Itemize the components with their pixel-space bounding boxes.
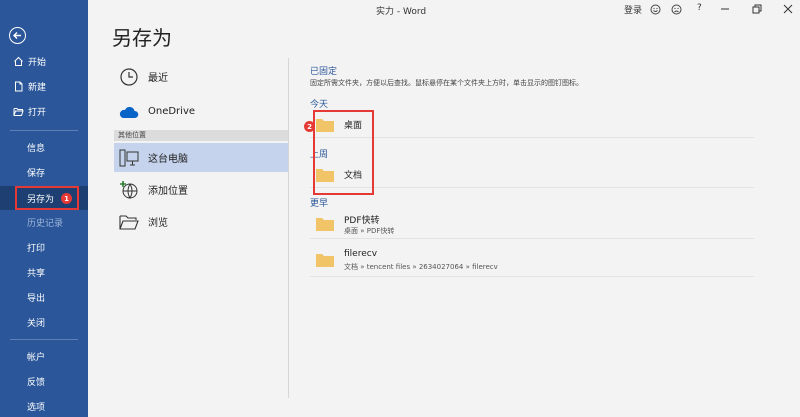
panel-separator [288, 58, 289, 398]
folder-open-icon [12, 105, 24, 117]
sidebar-item-save[interactable]: 保存 [0, 160, 88, 184]
sidebar-item-print[interactable]: 打印 [0, 235, 88, 259]
back-arrow-icon [13, 32, 21, 39]
sidebar-item-label: 打印 [27, 243, 46, 254]
sidebar-item-label: 关闭 [27, 318, 46, 329]
sidebar-item-label: 历史记录 [27, 218, 64, 229]
sidebar-item-options[interactable]: 选项 [0, 394, 88, 417]
other-locations-header: 其他位置 [114, 130, 288, 141]
sidebar-item-label: 保存 [27, 168, 46, 179]
location-label: 浏览 [148, 218, 168, 229]
location-add-place[interactable]: 添加位置 [114, 175, 288, 204]
sidebar-item-history: 历史记录 [0, 210, 88, 234]
back-button[interactable] [9, 27, 26, 44]
sidebar-item-share[interactable]: 共享 [0, 260, 88, 284]
folder-path: 文档 » tencent files » 2634027064 » filere… [344, 263, 498, 271]
folder-open-icon [118, 211, 140, 233]
location-browse[interactable]: 浏览 [114, 207, 288, 236]
location-onedrive[interactable]: OneDrive [114, 97, 288, 126]
folder-documents[interactable]: 文档 [310, 162, 754, 188]
title-bar: 实力 - Word 登录 ? [88, 0, 800, 20]
cloud-icon [118, 101, 140, 123]
folder-desktop[interactable]: 桌面 [310, 112, 754, 138]
sidebar-item-label: 信息 [27, 143, 46, 154]
sidebar-item-account[interactable]: 帐户 [0, 344, 88, 368]
location-label: OneDrive [148, 106, 196, 117]
pinned-heading: 已固定 [310, 67, 338, 77]
smile-icon[interactable] [649, 3, 661, 15]
close-icon[interactable] [782, 3, 794, 15]
restore-icon[interactable] [751, 3, 763, 15]
computer-icon [118, 147, 140, 169]
sidebar-divider [10, 339, 78, 340]
frown-icon[interactable] [670, 3, 682, 15]
step-badge-1: 1 [61, 193, 72, 204]
sidebar-item-open[interactable]: 打开 [0, 99, 88, 123]
today-heading: 今天 [310, 100, 329, 110]
sidebar-item-feedback[interactable]: 反馈 [0, 369, 88, 393]
sidebar-item-label: 选项 [27, 402, 46, 413]
highlight-frame-folders [313, 110, 374, 195]
folder-path: 桌面 » PDF快转 [344, 227, 395, 235]
folder-name: PDF快转 [344, 216, 380, 226]
home-icon [12, 55, 24, 67]
sidebar-item-home[interactable]: 开始 [0, 49, 88, 73]
window-title: 实力 - Word [376, 7, 427, 17]
location-label: 最近 [148, 73, 168, 84]
page-title: 另存为 [112, 26, 172, 50]
sidebar-item-label: 开始 [28, 57, 47, 68]
sidebar-item-export[interactable]: 导出 [0, 285, 88, 309]
folder-filerecv[interactable]: filerecv 文档 » tencent files » 2634027064… [310, 247, 754, 277]
sidebar-item-label: 帐户 [27, 352, 46, 363]
sidebar-item-new[interactable]: 新建 [0, 74, 88, 98]
minimize-icon[interactable] [719, 3, 731, 15]
location-recent[interactable]: 最近 [114, 62, 288, 91]
new-doc-icon [12, 80, 24, 92]
folder-icon [316, 218, 334, 231]
location-label: 这台电脑 [148, 154, 188, 165]
sidebar-item-label: 反馈 [27, 377, 46, 388]
sidebar-item-label: 打开 [28, 107, 47, 118]
sidebar-item-info[interactable]: 信息 [0, 135, 88, 159]
help-button[interactable]: ? [697, 3, 702, 13]
step-badge-2: 2 [304, 121, 315, 132]
location-label: 添加位置 [148, 186, 188, 197]
globe-add-icon [118, 179, 140, 201]
folder-icon [316, 254, 334, 267]
backstage-sidebar: 开始 新建 打开 信息 保存 另存为 1 历史记录 打印 共享 导出 关闭 帐户 [0, 0, 88, 417]
location-this-pc[interactable]: 这台电脑 [114, 143, 288, 172]
clock-icon [118, 66, 140, 88]
folder-pdf[interactable]: PDF快转 桌面 » PDF快转 [310, 211, 754, 239]
folder-name: filerecv [344, 249, 378, 259]
earlier-heading: 更早 [310, 199, 329, 209]
sidebar-divider [10, 130, 78, 131]
sidebar-item-label: 新建 [28, 82, 47, 93]
sidebar-item-label: 共享 [27, 268, 46, 279]
sidebar-item-label: 导出 [27, 293, 46, 304]
sidebar-item-close[interactable]: 关闭 [0, 310, 88, 334]
signin-link[interactable]: 登录 [624, 3, 642, 16]
pinned-description: 固定所需文件夹，方便以后查找。鼠标悬停在某个文件夹上方时，单击显示的图钉图标。 [310, 79, 583, 87]
